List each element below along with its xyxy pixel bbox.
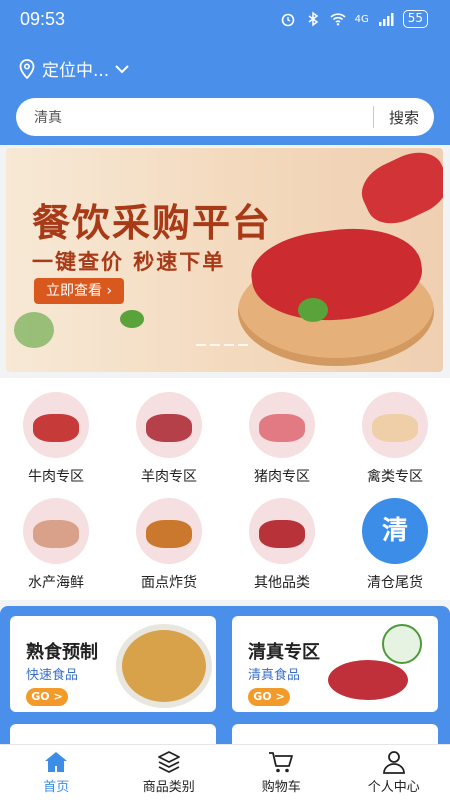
category-mutton[interactable]: 羊肉专区: [119, 392, 219, 486]
category-poultry[interactable]: 禽类专区: [345, 392, 445, 486]
wifi-icon: [330, 13, 346, 26]
search-bar[interactable]: 清真 搜索: [16, 98, 434, 136]
bluetooth-icon: [308, 11, 318, 27]
network-label: 4G: [354, 13, 369, 25]
category-mutton-image: [136, 392, 202, 458]
category-pork-image: [249, 392, 315, 458]
category-pork[interactable]: 猪肉专区: [232, 392, 332, 486]
banner-subtitle: 一键查价 秒速下单: [32, 250, 226, 274]
category-label: 猪肉专区: [254, 469, 310, 485]
steak-image: [328, 660, 408, 700]
promo-subtitle: 快速食品: [26, 668, 79, 683]
category-label: 禽类专区: [367, 469, 423, 485]
signal-icon: [378, 13, 394, 26]
promo-section: 熟食预制 快速食品 GO > 清真专区 清真食品 GO >: [0, 606, 450, 754]
category-seafood[interactable]: 水产海鲜: [6, 498, 106, 592]
promo-card-halal[interactable]: 清真专区 清真食品 GO >: [232, 616, 438, 712]
category-clearance[interactable]: 清 清仓尾货: [345, 498, 445, 592]
category-label: 其他品类: [254, 575, 310, 591]
header: 09:53 4G 55 定位中... 清真 搜索: [0, 0, 450, 145]
promo-banner[interactable]: 餐饮采购平台 一键查价 秒速下单 立即查看 ›: [6, 148, 443, 372]
nav-label: 个人中心: [367, 780, 420, 795]
home-icon: [45, 752, 68, 772]
chevron-down-icon: [115, 64, 129, 73]
category-other-image: [249, 498, 315, 564]
banner-pagination: [196, 344, 248, 346]
promo-title: 清真专区: [248, 642, 320, 663]
user-icon: [382, 751, 405, 774]
category-poultry-image: [362, 392, 428, 458]
category-label: 清仓尾货: [367, 575, 423, 591]
promo-subtitle: 清真食品: [248, 668, 301, 683]
fried-chicken-image: [122, 630, 206, 702]
category-label: 水产海鲜: [28, 575, 84, 591]
promo-go-button[interactable]: GO >: [248, 688, 290, 706]
battery-indicator: 55: [402, 10, 428, 28]
location-label: 定位中...: [42, 61, 110, 81]
halal-seal-icon: [382, 624, 422, 664]
banner-cta-button[interactable]: 立即查看 ›: [34, 278, 125, 304]
nav-profile[interactable]: 个人中心: [338, 745, 450, 800]
broccoli-decoration: [14, 312, 54, 348]
location-selector[interactable]: 定位中...: [18, 56, 129, 81]
category-label: 羊肉专区: [141, 469, 197, 485]
status-icons: 4G 55: [280, 10, 428, 28]
banner-steak-top-image: [353, 148, 443, 234]
banner-title: 餐饮采购平台: [32, 201, 273, 245]
search-input[interactable]: 清真: [16, 107, 373, 127]
location-pin-icon: [19, 58, 35, 79]
category-clearance-badge: 清: [362, 498, 428, 564]
nav-home[interactable]: 首页: [0, 745, 113, 800]
category-other[interactable]: 其他品类: [232, 498, 332, 592]
category-pastry[interactable]: 面点炸货: [119, 498, 219, 592]
search-button[interactable]: 搜索: [374, 107, 434, 128]
promo-go-button[interactable]: GO >: [26, 688, 68, 706]
nav-categories[interactable]: 商品类别: [113, 745, 226, 800]
layers-icon: [157, 751, 180, 773]
category-label: 牛肉专区: [28, 469, 84, 485]
broccoli-decoration-plate: [298, 298, 328, 322]
category-beef-image: [23, 392, 89, 458]
bottom-nav: 首页 商品类别 购物车 个人中心: [0, 744, 450, 800]
nav-label: 首页: [43, 780, 70, 795]
category-seafood-image: [23, 498, 89, 564]
category-grid: 牛肉专区 羊肉专区 猪肉专区 禽类专区 水产海鲜 面点炸货 其他品类 清 清仓尾…: [0, 378, 450, 600]
broccoli-decoration-small: [120, 310, 144, 328]
category-pastry-image: [136, 498, 202, 564]
nav-cart[interactable]: 购物车: [225, 745, 338, 800]
alarm-icon: [281, 13, 294, 27]
promo-title: 熟食预制: [26, 642, 98, 663]
category-beef[interactable]: 牛肉专区: [6, 392, 106, 486]
category-label: 面点炸货: [141, 575, 197, 591]
cart-icon: [269, 752, 294, 773]
promo-card-deli[interactable]: 熟食预制 快速食品 GO >: [10, 616, 216, 712]
status-time: 09:53: [20, 9, 66, 29]
status-bar: 09:53 4G 55: [0, 0, 450, 38]
nav-label: 购物车: [261, 780, 301, 795]
nav-label: 商品类别: [142, 780, 195, 795]
